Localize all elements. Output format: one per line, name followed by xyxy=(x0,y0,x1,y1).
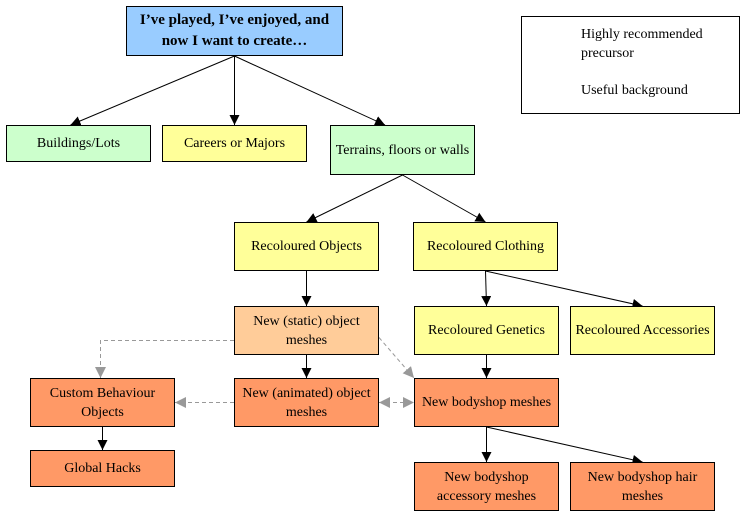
edge-recol-clothing-to-recol-accessories xyxy=(485,270,643,309)
legend-solid-label: Highly recommended precursor xyxy=(581,27,703,61)
legend: Highly recommended precursor Useful back… xyxy=(521,16,740,114)
edge-static-meshes-to-custom-behaviour xyxy=(95,340,234,378)
edge-bodyshop-meshes-to-bodyshop-hair xyxy=(486,426,643,465)
edge-terrains-to-recol-objects xyxy=(306,174,403,223)
edge-static-meshes-to-bodyshop-meshes xyxy=(378,337,415,379)
node-careers-majors: Careers or Majors xyxy=(162,125,307,162)
node-custom-behaviour-objects: Custom Behaviour Objects xyxy=(30,378,175,427)
edge-recol-clothing-to-recol-genetics xyxy=(481,270,492,307)
node-recoloured-genetics: Recoloured Genetics xyxy=(414,306,559,355)
node-custom-behaviour-objects-label: Custom Behaviour Objects xyxy=(49,385,156,420)
node-terrains-floors-walls: Terrains, floors or walls xyxy=(330,125,475,175)
node-animated-object-meshes-label: New (animated) object meshes xyxy=(242,385,371,420)
node-bodyshop-accessory-meshes: New bodyshop accessory meshes xyxy=(414,462,559,511)
node-careers-majors-label: Careers or Majors xyxy=(183,136,286,151)
node-recoloured-objects-label: Recoloured Objects xyxy=(251,239,362,254)
node-bodyshop-accessory-meshes-label: New bodyshop accessory meshes xyxy=(436,469,537,504)
flowchart-canvas: I’ve played, I’ve enjoyed, and now I wan… xyxy=(0,0,742,519)
node-recoloured-accessories: Recoloured Accessories xyxy=(570,306,715,355)
node-global-hacks: Global Hacks xyxy=(30,450,175,487)
node-bodyshop-meshes-label: New bodyshop meshes xyxy=(421,395,552,410)
node-recoloured-objects: Recoloured Objects xyxy=(234,222,379,271)
node-start: I’ve played, I’ve enjoyed, and now I wan… xyxy=(126,6,343,56)
node-animated-object-meshes: New (animated) object meshes xyxy=(234,378,379,427)
node-terrains-floors-walls-label: Terrains, floors or walls xyxy=(335,142,470,158)
node-static-object-meshes: New (static) object meshes xyxy=(234,306,379,355)
node-bodyshop-meshes: New bodyshop meshes xyxy=(414,378,559,427)
edge-start-to-terrains xyxy=(234,55,386,126)
node-recoloured-clothing-label: Recoloured Clothing xyxy=(426,239,545,254)
node-recoloured-accessories-label: Recoloured Accessories xyxy=(575,323,710,338)
node-buildings-lots-label: Buildings/Lots xyxy=(36,136,121,151)
node-start-label: I’ve played, I’ve enjoyed, and now I wan… xyxy=(139,12,330,49)
edge-start-to-buildings xyxy=(70,55,235,126)
edge-terrains-to-recol-clothing xyxy=(402,174,486,223)
node-static-object-meshes-label: New (static) object meshes xyxy=(253,313,360,348)
node-recoloured-genetics-label: Recoloured Genetics xyxy=(427,323,545,338)
legend-dashed-label: Useful background xyxy=(581,83,688,98)
node-bodyshop-hair-meshes: New bodyshop hair meshes xyxy=(570,462,715,511)
node-buildings-lots: Buildings/Lots xyxy=(6,125,151,162)
node-bodyshop-hair-meshes-label: New bodyshop hair meshes xyxy=(587,469,698,504)
node-recoloured-clothing: Recoloured Clothing xyxy=(413,222,558,271)
node-global-hacks-label: Global Hacks xyxy=(64,461,141,476)
